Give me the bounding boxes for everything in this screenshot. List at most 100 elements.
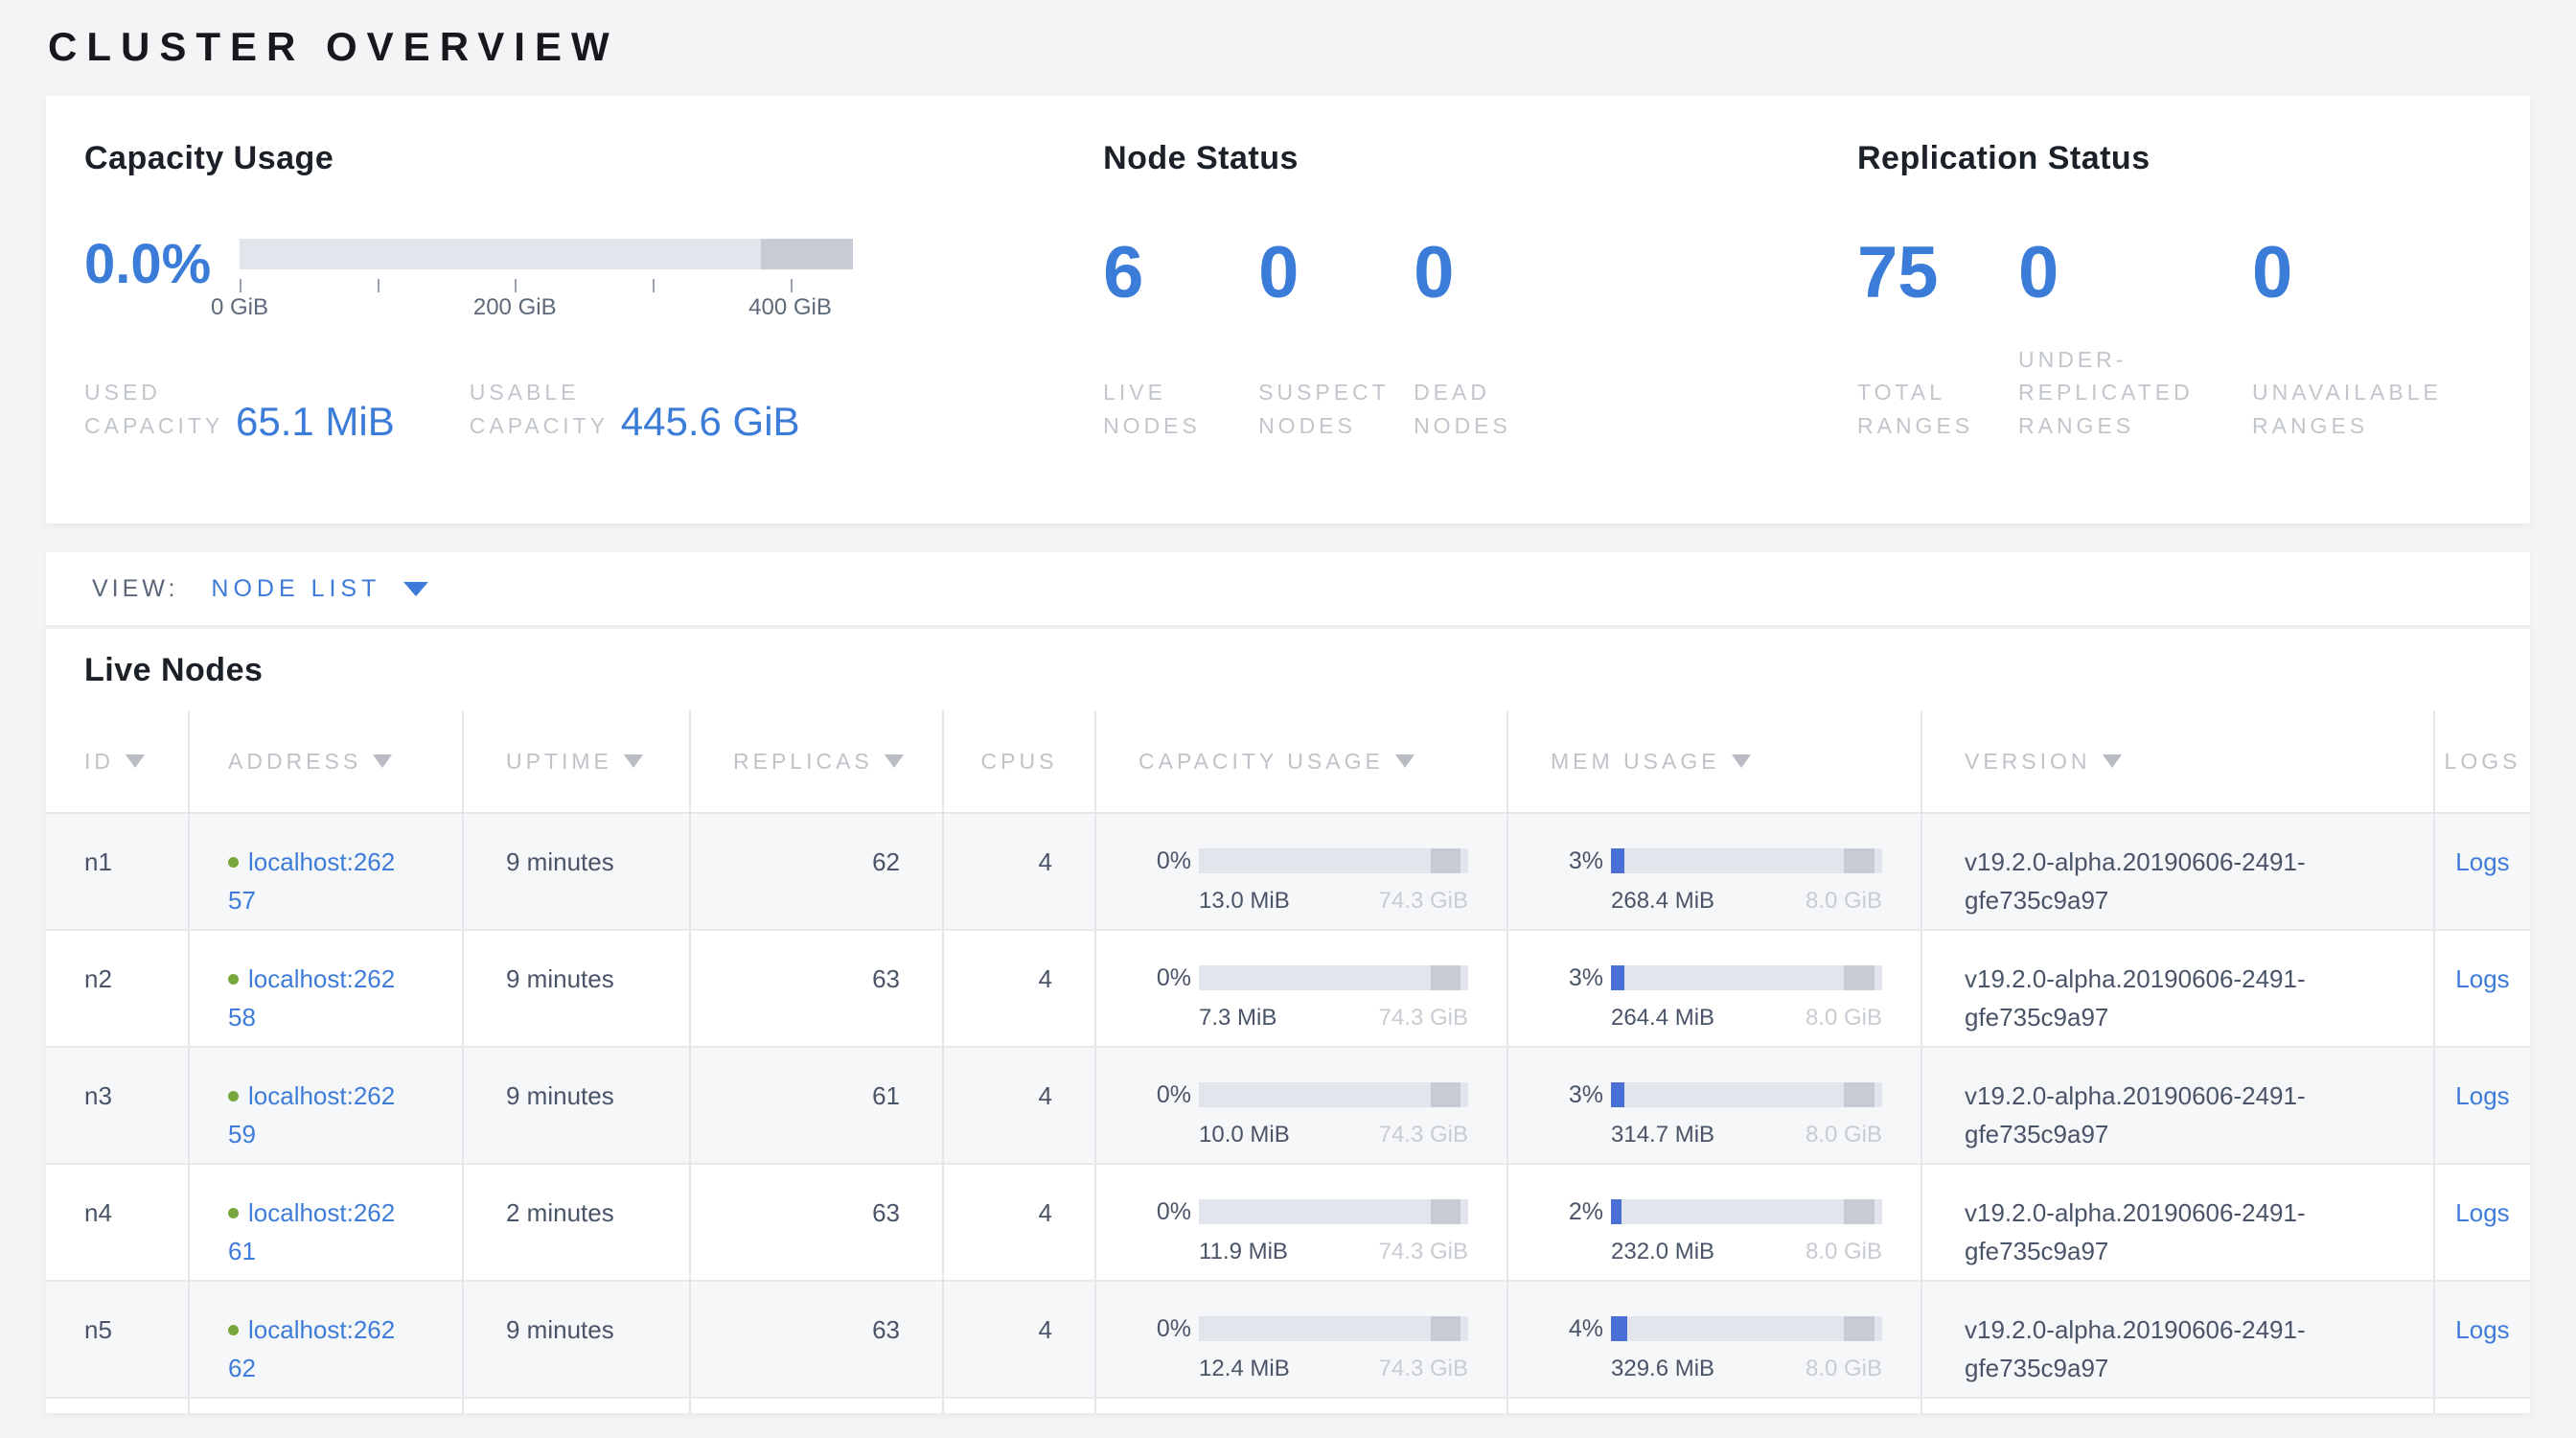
sort-desc-icon <box>1732 754 1751 768</box>
node-mem-usage-cell: 3% 268.4 MiB 8.0 GiB <box>1507 813 1921 930</box>
node-uptime-cell: 9 minutes <box>463 1047 690 1164</box>
usable-capacity-stat: USABLE CAPACITY 445.6 GiB <box>470 376 800 442</box>
node-version-cell: v19.2.0-alpha.20190606-2491-gfe735c9a97 <box>1921 1047 2434 1164</box>
suspect-nodes-label: SUSPECT NODES <box>1258 376 1388 442</box>
capacity-usage-section: Capacity Usage 0.0% 0 GiB 200 GiB <box>84 140 1103 523</box>
node-mem-usage-cell: 2% 232.0 MiB 8.0 GiB <box>1507 1164 1921 1281</box>
view-bar: VIEW: NODE LIST <box>46 552 2530 625</box>
capacity-reserved-segment <box>1431 1316 1460 1341</box>
axis-tick-label: 400 GiB <box>748 294 832 321</box>
usable-capacity-label: USABLE CAPACITY <box>470 376 604 442</box>
replication-status-section: Replication Status 75 TOTAL RANGES 0 UND… <box>1857 140 2492 523</box>
mem-percent-label: 2% <box>1547 1194 1603 1231</box>
logs-link[interactable]: Logs <box>2455 964 2509 993</box>
mem-used-value: 314.7 MiB <box>1611 1122 1714 1149</box>
node-address-link[interactable]: localhost:26258 <box>228 964 395 1032</box>
mem-usage-bar <box>1611 1082 1882 1107</box>
node-logs-cell: Logs <box>2434 1164 2530 1281</box>
node-replicas-cell: 63 <box>690 1281 943 1398</box>
view-dropdown[interactable]: NODE LIST <box>211 575 428 603</box>
axis-tick-label: 200 GiB <box>473 294 557 321</box>
logs-link[interactable]: Logs <box>2455 847 2509 876</box>
capacity-max-value: 74.3 GiB <box>1379 1356 1468 1383</box>
capacity-max-value: 74.3 GiB <box>1379 1122 1468 1149</box>
col-header-address[interactable]: ADDRESS <box>189 710 463 813</box>
cluster-overview-page: CLUSTER OVERVIEW Capacity Usage 0.0% <box>0 19 2576 1438</box>
mem-used-segment <box>1611 1082 1624 1107</box>
node-id-cell: n2 <box>46 930 189 1047</box>
capacity-used-value: 12.4 MiB <box>1199 1356 1290 1383</box>
capacity-usage-bar <box>1199 965 1468 990</box>
node-cpus-cell: 4 <box>943 1281 1095 1398</box>
unavailable-ranges-stat: 0 UNAVAILABLE RANGES <box>2252 239 2492 442</box>
node-cpus-cell: 4 <box>943 813 1095 930</box>
capacity-gauge: 0.0% 0 GiB 200 GiB 400 GiB <box>84 239 1103 442</box>
capacity-used-value: 11.9 MiB <box>1199 1239 1288 1266</box>
node-status-section: Node Status 6 LIVE NODES 0 SUSPECT NODES… <box>1103 140 1857 523</box>
logs-link[interactable]: Logs <box>2455 1081 2509 1110</box>
page-title: CLUSTER OVERVIEW <box>48 19 2576 75</box>
node-capacity-usage-cell: 0% 11.9 MiB 74.3 GiB <box>1095 1164 1507 1281</box>
node-address-cell: localhost:26259 <box>189 1047 463 1164</box>
col-header-version[interactable]: VERSION <box>1921 710 2434 813</box>
mem-percent-label: 3% <box>1547 843 1603 880</box>
table-row: n5 localhost:26262 9 minutes 63 4 0% 12.… <box>46 1281 2530 1398</box>
mem-used-value: 264.4 MiB <box>1611 1005 1714 1032</box>
node-live-status-dot <box>228 1325 239 1335</box>
col-header-mem-usage[interactable]: MEM USAGE <box>1507 710 1921 813</box>
live-nodes-stat: 6 LIVE NODES <box>1103 239 1258 442</box>
sort-desc-icon <box>373 754 392 768</box>
capacity-axis-ticks <box>240 277 853 292</box>
mem-reserved-segment <box>1844 965 1874 990</box>
node-id-cell: n5 <box>46 1281 189 1398</box>
capacity-percent-label: 0% <box>1135 843 1191 880</box>
logs-link[interactable]: Logs <box>2455 1315 2509 1344</box>
node-address-cell: localhost:26258 <box>189 930 463 1047</box>
node-mem-usage-cell: 3% 314.7 MiB 8.0 GiB <box>1507 1047 1921 1164</box>
node-live-status-dot <box>228 1208 239 1218</box>
capacity-usage-bar <box>1199 848 1468 873</box>
node-live-status-dot <box>228 974 239 985</box>
col-header-replicas[interactable]: REPLICAS <box>690 710 943 813</box>
capacity-used-value: 7.3 MiB <box>1199 1005 1276 1032</box>
replication-status-title: Replication Status <box>1857 140 2492 177</box>
col-header-uptime[interactable]: UPTIME <box>463 710 690 813</box>
node-address-link[interactable]: localhost:26261 <box>228 1198 395 1265</box>
live-nodes-value: 6 <box>1103 239 1258 308</box>
under-replicated-ranges-value: 0 <box>2018 239 2252 308</box>
live-nodes-panel: Live Nodes ID ADDRESS UPTIME REPLICAS CP… <box>46 629 2530 1413</box>
table-row: n4 localhost:26261 2 minutes 63 4 0% 11.… <box>46 1164 2530 1281</box>
col-header-capacity-usage[interactable]: CAPACITY USAGE <box>1095 710 1507 813</box>
mem-used-segment <box>1611 1199 1622 1224</box>
mem-usage-bar <box>1611 1199 1882 1224</box>
node-mem-usage-cell: 3% 264.4 MiB 8.0 GiB <box>1507 930 1921 1047</box>
capacity-max-value: 74.3 GiB <box>1379 888 1468 916</box>
mem-reserved-segment <box>1844 1316 1874 1341</box>
node-logs-cell: Logs <box>2434 813 2530 930</box>
live-nodes-table: ID ADDRESS UPTIME REPLICAS CPUS CAPACITY… <box>46 710 2530 1413</box>
node-cpus-cell: 4 <box>943 1164 1095 1281</box>
node-logs-cell: Logs <box>2434 930 2530 1047</box>
node-address-link[interactable]: localhost:26257 <box>228 847 395 915</box>
col-header-id[interactable]: ID <box>46 710 189 813</box>
node-cpus-cell: 4 <box>943 1047 1095 1164</box>
mem-max-value: 8.0 GiB <box>1806 1356 1882 1383</box>
table-row: n3 localhost:26259 9 minutes 61 4 0% 10.… <box>46 1047 2530 1164</box>
node-version-cell: v19.2.0-alpha.20190606-2491-gfe735c9a97 <box>1921 1164 2434 1281</box>
suspect-nodes-value: 0 <box>1258 239 1414 308</box>
col-header-cpus: CPUS <box>943 710 1095 813</box>
view-dropdown-value: NODE LIST <box>211 575 380 603</box>
mem-reserved-segment <box>1844 1199 1874 1224</box>
node-address-link[interactable]: localhost:26262 <box>228 1315 395 1382</box>
node-live-status-dot <box>228 857 239 868</box>
mem-used-value: 268.4 MiB <box>1611 888 1714 916</box>
suspect-nodes-stat: 0 SUSPECT NODES <box>1258 239 1414 442</box>
logs-link[interactable]: Logs <box>2455 1198 2509 1227</box>
node-status-title: Node Status <box>1103 140 1857 177</box>
node-version-cell: v19.2.0-alpha.20190606-2491-gfe735c9a97 <box>1921 813 2434 930</box>
mem-used-segment <box>1611 965 1624 990</box>
mem-percent-label: 3% <box>1547 1077 1603 1114</box>
table-row: n1 localhost:26257 9 minutes 62 4 0% 13.… <box>46 813 2530 930</box>
node-address-link[interactable]: localhost:26259 <box>228 1081 395 1148</box>
node-id-cell: n3 <box>46 1047 189 1164</box>
